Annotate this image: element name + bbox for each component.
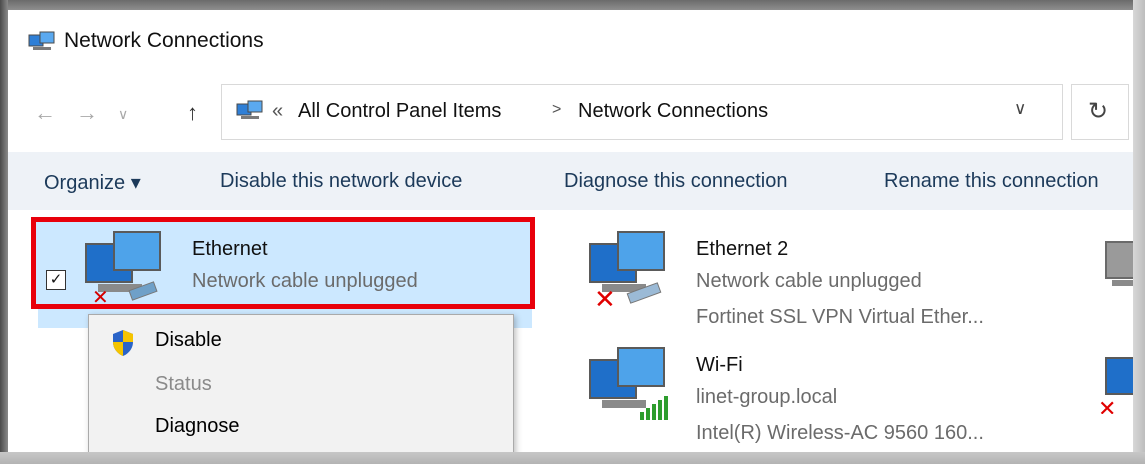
back-button[interactable]: ← [34,100,56,126]
up-button[interactable]: ↑ [187,100,198,126]
breadcrumb-network-connections[interactable]: Network Connections [578,100,768,123]
svg-text:✕: ✕ [594,285,616,306]
recent-locations-button[interactable]: ∨ [118,106,128,123]
address-dropdown-button[interactable]: ∨ [1014,99,1026,119]
disable-device-button[interactable]: Disable this network device [220,170,462,193]
breadcrumb-separator[interactable]: > [552,101,561,119]
control-panel-icon [236,100,263,119]
wifi-adapter-icon [589,347,668,420]
title-bar: Network Connections [8,10,1133,72]
breadcrumb-control-panel[interactable]: All Control Panel Items [298,100,501,123]
address-bar[interactable]: « All Control Panel Items > Network Conn… [221,84,1063,140]
connections-list: ✕ ✓ Ethernet Network cable unplugged ✕ E… [8,210,1133,452]
frame-right [1133,0,1145,464]
context-menu: Disable Status Diagnose [88,314,514,452]
connection-adapter: Intel(R) Wireless-AC 9560 160... [696,422,984,444]
refresh-icon: ↻ [1088,98,1109,125]
command-bar: Organize ▾ Disable this network device D… [8,152,1133,210]
organize-button[interactable]: Organize ▾ [44,170,141,195]
connection-status: Network cable unplugged [696,270,922,292]
context-menu-status: Status [155,373,212,395]
svg-text:✕: ✕ [1098,397,1116,414]
rename-connection-button[interactable]: Rename this connection [884,170,1099,193]
partial-adapter-icon-2: ✕ [1098,357,1133,414]
frame-top [0,0,1145,10]
context-menu-disable[interactable]: Disable [155,329,222,352]
explorer-window: Network Connections ← → ∨ ↑ « All Contro… [8,10,1133,452]
diagnose-connection-button[interactable]: Diagnose this connection [564,170,787,193]
window-title: Network Connections [64,29,264,52]
uac-shield-icon [113,330,133,356]
ethernet-2-adapter-icon: ✕ [589,231,665,306]
frame-left [0,0,8,464]
connection-name: Wi-Fi [696,354,743,376]
refresh-button[interactable]: ↻ [1071,84,1129,140]
connection-adapter: Fortinet SSL VPN Virtual Ether... [696,306,984,328]
highlight-annotation [31,217,535,309]
connection-status: linet-group.local [696,386,838,408]
frame-bottom [0,452,1145,464]
context-menu-diagnose[interactable]: Diagnose [155,415,240,438]
connection-name: Ethernet 2 [696,238,789,260]
network-connections-icon [28,31,55,50]
navigation-row: ← → ∨ ↑ « All Control Panel Items > Netw… [8,72,1133,152]
breadcrumb-overflow[interactable]: « [272,100,283,123]
forward-button[interactable]: → [76,100,98,126]
partial-adapter-icon [1105,241,1133,286]
